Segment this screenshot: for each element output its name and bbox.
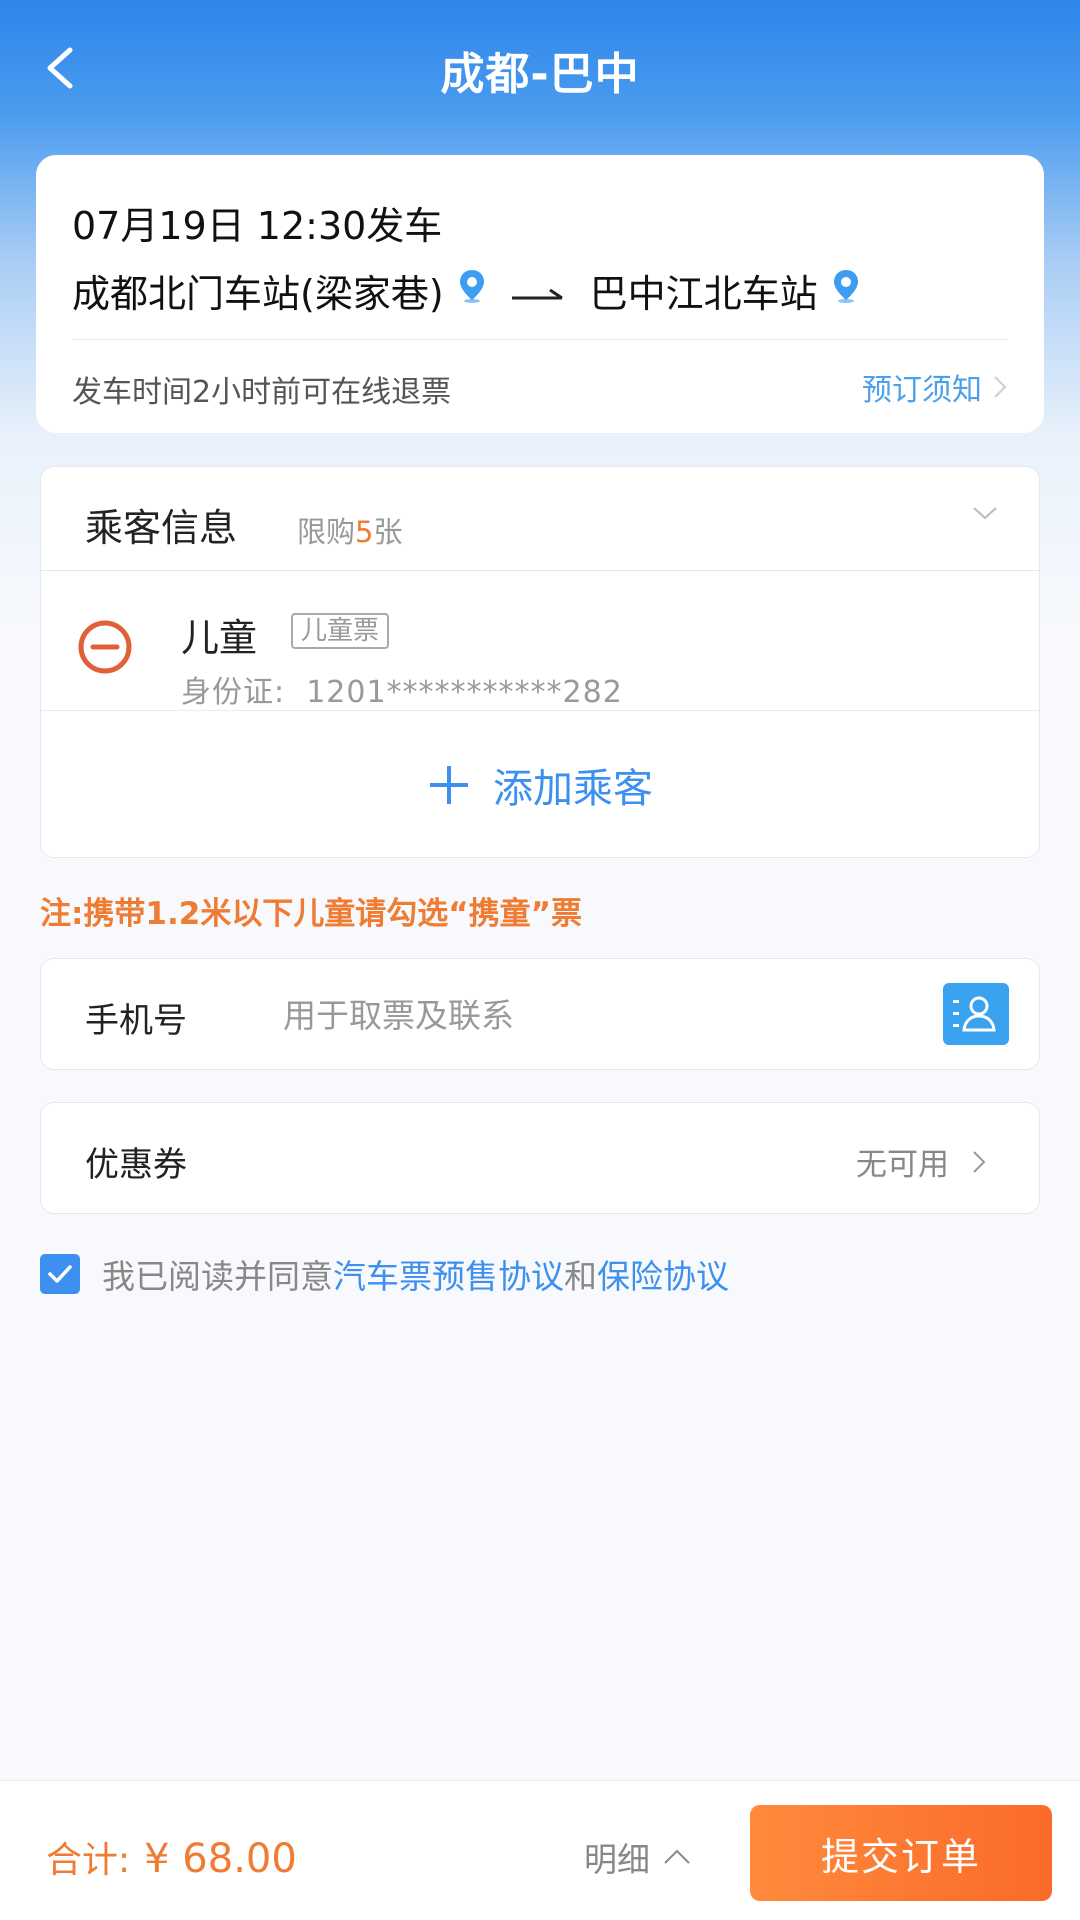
departure-datetime: 07月19日 12:30发车 (72, 204, 443, 248)
total-amount: ¥ 68.00 (144, 1836, 297, 1882)
id-number: 1201***********282 (306, 675, 623, 710)
page-title: 成都-巴中 (440, 49, 640, 100)
phone-input[interactable] (283, 981, 933, 1049)
contact-picker-button[interactable] (943, 983, 1009, 1045)
detail-label: 明细 (584, 1840, 650, 1879)
divider (72, 339, 1008, 340)
booking-notice-label: 预订须知 (862, 373, 982, 408)
back-button[interactable] (28, 36, 92, 100)
back-arrow-icon (47, 47, 73, 89)
origin-location-pin-icon[interactable] (458, 268, 486, 313)
coupon-row[interactable]: 优惠券 无可用 (40, 1102, 1040, 1214)
add-passenger-label: 添加乘客 (493, 766, 653, 812)
coupon-value: 无可用 (856, 1139, 987, 1184)
submit-order-button[interactable]: 提交订单 (750, 1805, 1052, 1901)
insurance-agreement-link[interactable]: 保险协议 (597, 1257, 729, 1296)
agreement-text: 我已阅读并同意汽车票预售协议和保险协议 (102, 1250, 729, 1298)
phone-card: 手机号 (40, 958, 1040, 1070)
booking-notice-link[interactable]: 预订须知 (862, 365, 1008, 409)
passenger-info-card: 乘客信息 限购5张 儿童 儿童票 身份证: 1201***********282… (40, 466, 1040, 858)
checkmark-icon (48, 1265, 72, 1283)
refund-note: 发车时间2小时前可在线退票 (72, 375, 452, 410)
remove-passenger-button[interactable] (77, 619, 133, 679)
chevron-right-icon (994, 376, 1007, 398)
coupon-status: 无可用 (856, 1147, 949, 1183)
limit-count: 5 (355, 515, 374, 549)
total-price: 合计: ¥ 68.00 (46, 1831, 297, 1883)
presale-agreement-link[interactable]: 汽车票预售协议 (333, 1257, 564, 1296)
purchase-limit: 限购5张 (297, 509, 402, 551)
phone-label: 手机号 (85, 1001, 187, 1041)
chevron-down-icon (973, 507, 997, 520)
agreement-prefix: 我已阅读并同意 (102, 1257, 333, 1296)
limit-suffix: 张 (373, 515, 403, 549)
collapse-toggle[interactable] (971, 503, 999, 527)
passenger-name: 儿童 (181, 616, 258, 660)
id-label: 身份证: (181, 675, 286, 710)
origin-station: 成都北门车站(梁家巷) (72, 272, 444, 316)
agreement-checkbox[interactable] (40, 1254, 80, 1294)
passenger-row: 儿童 儿童票 身份证: 1201***********282 (41, 571, 1039, 711)
price-detail-button[interactable]: 明细 (584, 1833, 692, 1881)
destination-location-pin-icon[interactable] (832, 268, 860, 313)
total-label: 合计: (46, 1840, 131, 1881)
chevron-right-icon (973, 1150, 986, 1173)
contact-book-icon (953, 996, 996, 1032)
nav-bar: 成都-巴中 (0, 0, 1080, 140)
ticket-type-badge: 儿童票 (291, 613, 390, 649)
trip-route: 成都北门车站(梁家巷) 巴中江北车站 (72, 263, 874, 318)
child-ticket-note: 注:携带1.2米以下儿童请勾选“携童”票 (40, 896, 583, 932)
passenger-id: 身份证: 1201***********282 (181, 667, 623, 711)
trip-info-card: 07月19日 12:30发车 成都北门车站(梁家巷) 巴中江北车站 发车时间2小… (36, 155, 1044, 433)
destination-station: 巴中江北车站 (589, 272, 818, 316)
passenger-section-header[interactable]: 乘客信息 限购5张 (41, 467, 1039, 571)
bottom-bar: 合计: ¥ 68.00 明细 提交订单 (0, 1780, 1080, 1920)
limit-prefix: 限购 (297, 515, 356, 549)
passenger-section-title: 乘客信息 (85, 506, 238, 550)
agreement-conj: 和 (564, 1257, 597, 1296)
coupon-label: 优惠券 (85, 1145, 187, 1185)
minus-circle-icon (78, 620, 132, 674)
agreement-row: 我已阅读并同意汽车票预售协议和保险协议 (40, 1250, 729, 1298)
plus-icon (430, 766, 468, 804)
arrow-right-long-icon (510, 269, 566, 313)
chevron-up-icon (664, 1849, 690, 1864)
add-passenger-button[interactable]: 添加乘客 (41, 713, 1039, 857)
